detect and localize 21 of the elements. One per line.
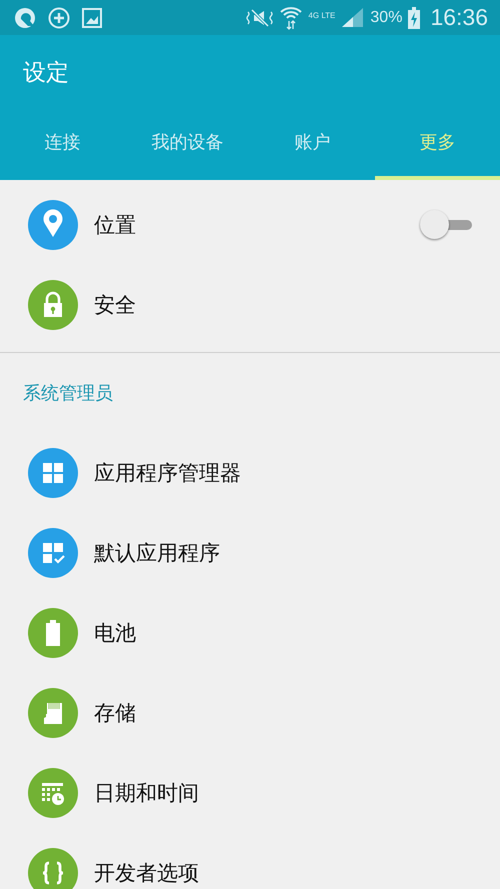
network-type: 4G LTE [308, 11, 336, 20]
setting-item[interactable]: 应用程序管理器 [94, 459, 472, 487]
setting-item[interactable]: 存储 [94, 699, 472, 727]
battery-charging-icon [408, 6, 420, 28]
signal-icon [341, 7, 364, 28]
setting-item[interactable]: 日期和时间 [94, 779, 472, 807]
setting-item[interactable]: 开发者选项 [94, 859, 472, 887]
section-header: 系统管理员 [23, 382, 113, 405]
battery-percent: 30% [370, 8, 402, 26]
image-icon [82, 8, 102, 28]
screen-title: 设定 [22, 59, 70, 88]
mute-icon [246, 6, 274, 28]
toggle-switch[interactable] [420, 209, 472, 241]
wifi-icon [280, 5, 302, 30]
setting-item[interactable]: 安全 [94, 291, 472, 319]
setting-item[interactable]: 电池 [94, 619, 472, 647]
add-icon [48, 6, 70, 28]
app-icon [14, 6, 36, 28]
setting-item[interactable]: 默认应用程序 [94, 539, 472, 567]
setting-item[interactable]: 位置 [94, 211, 404, 239]
clock-time: 16:36 [430, 4, 488, 31]
